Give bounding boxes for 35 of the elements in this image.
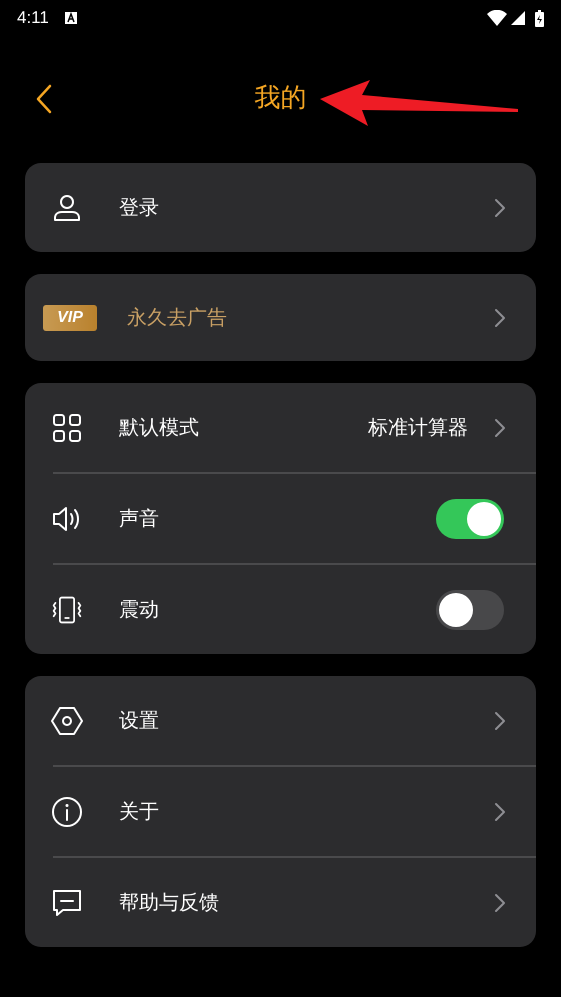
chevron-right-icon (494, 418, 506, 438)
row-label: 默认模式 (119, 416, 199, 438)
grid-icon (51, 412, 83, 444)
status-time: 4:11 (17, 7, 49, 30)
chevron-right-icon (494, 892, 506, 912)
toggle-switch[interactable] (436, 590, 504, 630)
chevron-right-icon (494, 308, 506, 328)
back-icon[interactable] (35, 84, 53, 114)
settings-row[interactable]: 登录 (25, 163, 536, 252)
chevron-right-icon (494, 198, 506, 218)
settings-row[interactable]: 帮助与反馈 (25, 858, 536, 947)
settings-row[interactable]: 关于 (25, 767, 536, 856)
vip-badge: VIP (43, 304, 97, 330)
battery-icon (535, 10, 544, 26)
hexagon-settings-icon (51, 704, 83, 736)
row-label: 登录 (119, 196, 159, 218)
page-title: 我的 (254, 80, 306, 114)
notification-icon (64, 12, 77, 24)
row-value: 标准计算器 (368, 416, 468, 440)
row-label: 震动 (119, 598, 159, 620)
info-icon (51, 796, 83, 828)
wifi-icon (487, 10, 507, 26)
row-label: 帮助与反馈 (119, 892, 219, 914)
chevron-right-icon (494, 802, 506, 822)
toggle-switch[interactable] (436, 498, 504, 538)
signal-icon (511, 11, 525, 25)
chevron-right-icon (494, 710, 506, 730)
row-label: 设置 (119, 710, 159, 732)
row-label: 永久去广告 (127, 306, 227, 328)
row-label: 关于 (119, 800, 159, 822)
row-label: 声音 (119, 508, 159, 530)
settings-row[interactable]: 设置 (25, 676, 536, 765)
vip-row[interactable]: VIP 永久去广告 (25, 274, 536, 361)
settings-row[interactable]: 默认模式 标准计算器 (25, 383, 536, 472)
phone-vibrate-icon (51, 594, 83, 626)
